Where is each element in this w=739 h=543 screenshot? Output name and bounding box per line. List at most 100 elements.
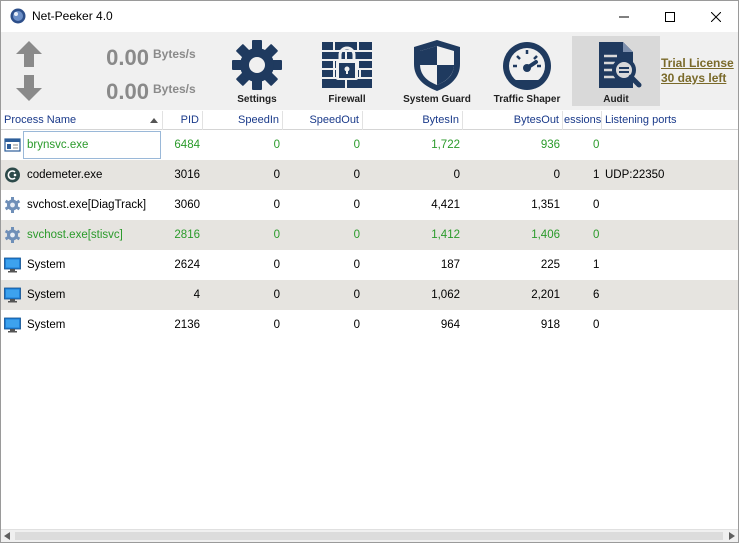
trial-license-line1[interactable]: Trial License [661, 56, 734, 71]
table-row[interactable]: System 2136 0 0 964 918 0 [1, 310, 738, 340]
firewall-label: Firewall [328, 94, 366, 105]
cell-speedout: 0 [353, 139, 360, 151]
cell-bytesin: 1,062 [431, 289, 460, 301]
trial-license-line2[interactable]: 30 days left [661, 71, 734, 86]
process-table: Process Name PID SpeedIn SpeedOut BytesI… [1, 111, 738, 529]
audit-label: Audit [603, 94, 629, 105]
cell-bytesout: 2,201 [531, 289, 560, 301]
horizontal-scrollbar[interactable] [1, 529, 738, 542]
settings-label: Settings [237, 94, 277, 105]
scroll-left-icon[interactable] [4, 532, 10, 540]
column-header-pid[interactable]: PID [163, 111, 203, 130]
cell-process-name: svchost.exe[DiagTrack] [27, 199, 147, 211]
column-header-speedin[interactable]: SpeedIn [203, 111, 283, 130]
firewall-lock-icon [322, 42, 372, 88]
download-speed-value: 0.00 [106, 79, 149, 104]
sort-ascending-icon [150, 118, 158, 123]
maximize-icon [665, 11, 675, 22]
cell-bytesin: 187 [440, 259, 460, 271]
table-row[interactable]: codemeter.exe 3016 0 0 0 0 1 UDP:22350 [1, 160, 738, 190]
cell-speedout: 0 [353, 289, 360, 301]
firewall-button[interactable]: Firewall [303, 36, 391, 106]
cell-process-name: System [27, 319, 66, 331]
audit-button[interactable]: Audit [572, 36, 660, 106]
cell-speedin: 0 [273, 229, 280, 241]
cell-pid: 6484 [174, 139, 200, 151]
scrollbar-thumb[interactable] [15, 532, 723, 540]
maximize-button[interactable] [647, 1, 693, 32]
close-button[interactable] [693, 1, 739, 32]
minimize-button[interactable] [601, 1, 647, 32]
speedometer-icon [503, 42, 551, 90]
upload-speed-unit: Bytes/s [153, 47, 196, 61]
cell-bytesin: 1,412 [431, 229, 460, 241]
cell-bytesout: 225 [540, 259, 560, 271]
title-bar: Net-Peeker 4.0 [1, 1, 738, 32]
cell-listening-ports [602, 130, 738, 160]
column-header-bytesout[interactable]: BytesOut [463, 111, 563, 130]
column-header-bytesin[interactable]: BytesIn [363, 111, 463, 130]
table-row[interactable]: svchost.exe[stisvc] 2816 0 0 1,412 1,406 0 [1, 220, 738, 250]
close-icon [711, 11, 721, 22]
cell-pid: 2624 [174, 259, 200, 271]
cell-bytesout: 918 [540, 319, 560, 331]
cell-bytesin: 964 [440, 319, 460, 331]
minimize-icon [619, 16, 629, 17]
window-app-icon [4, 138, 21, 152]
cell-process-name: codemeter.exe [27, 169, 103, 181]
service-gear-icon [4, 227, 21, 243]
cell-speedin: 0 [273, 169, 280, 181]
cell-pid: 4 [193, 289, 200, 301]
upload-arrow-icon [16, 41, 42, 67]
monitor-icon [4, 317, 21, 333]
settings-button[interactable]: Settings [213, 36, 301, 106]
system-guard-button[interactable]: System Guard [393, 36, 481, 106]
column-header-speedout[interactable]: SpeedOut [283, 111, 363, 130]
cell-speedin: 0 [273, 319, 280, 331]
cell-listening-ports [602, 250, 738, 280]
upload-speed-value: 0.00 [106, 45, 149, 70]
cell-listening-ports: UDP:22350 [605, 169, 665, 181]
app-logo-icon [10, 8, 26, 24]
cell-bytesin: 1,722 [431, 139, 460, 151]
scroll-right-icon[interactable] [729, 532, 735, 540]
cell-bytesout: 1,406 [531, 229, 560, 241]
download-arrow-icon [16, 75, 42, 101]
system-guard-label: System Guard [403, 94, 471, 105]
cell-pid: 2136 [174, 319, 200, 331]
table-row[interactable]: System 2624 0 0 187 225 1 [1, 250, 738, 280]
cell-listening-ports [602, 190, 738, 220]
cell-pid: 3016 [174, 169, 200, 181]
traffic-shaper-label: Traffic Shaper [493, 94, 561, 105]
trial-license-link[interactable]: Trial License 30 days left [661, 56, 734, 86]
cell-process-name: brynsvc.exe [27, 139, 89, 151]
cell-speedout: 0 [353, 169, 360, 181]
column-header-listening-ports[interactable]: Listening ports [602, 111, 738, 130]
cell-bytesout: 936 [540, 139, 560, 151]
shield-icon [414, 40, 460, 91]
service-gear-icon [4, 197, 21, 213]
table-row[interactable]: svchost.exe[DiagTrack] 3060 0 0 4,421 1,351 0 [1, 190, 738, 220]
cell-pid: 3060 [174, 199, 200, 211]
table-row[interactable]: System 4 0 0 1,062 2,201 6 [1, 280, 738, 310]
cell-speedin: 0 [273, 199, 280, 211]
cell-speedout: 0 [353, 199, 360, 211]
cell-process-name: svchost.exe[stisvc] [27, 229, 123, 241]
column-header-process-name[interactable]: Process Name [1, 111, 163, 130]
cell-process-name: System [27, 259, 66, 271]
cell-speedout: 0 [353, 229, 360, 241]
download-speed-unit: Bytes/s [153, 82, 196, 96]
app-window: Net-Peeker 4.0 0.00 Bytes/s 0.00 Bytes/s [0, 0, 739, 543]
cell-process-name: System [27, 289, 66, 301]
cell-listening-ports [602, 310, 738, 340]
cell-speedout: 0 [353, 319, 360, 331]
document-magnifier-icon [599, 42, 642, 88]
cell-listening-ports [602, 280, 738, 310]
table-row[interactable]: brynsvc.exe 6484 0 0 1,722 936 0 [1, 130, 738, 160]
column-header-sessions[interactable]: essions [563, 111, 602, 130]
cell-speedin: 0 [273, 289, 280, 301]
table-header: Process Name PID SpeedIn SpeedOut BytesI… [1, 111, 738, 130]
cell-bytesout: 0 [553, 169, 560, 181]
cell-bytesin: 4,421 [431, 199, 460, 211]
traffic-shaper-button[interactable]: Traffic Shaper [483, 36, 571, 106]
